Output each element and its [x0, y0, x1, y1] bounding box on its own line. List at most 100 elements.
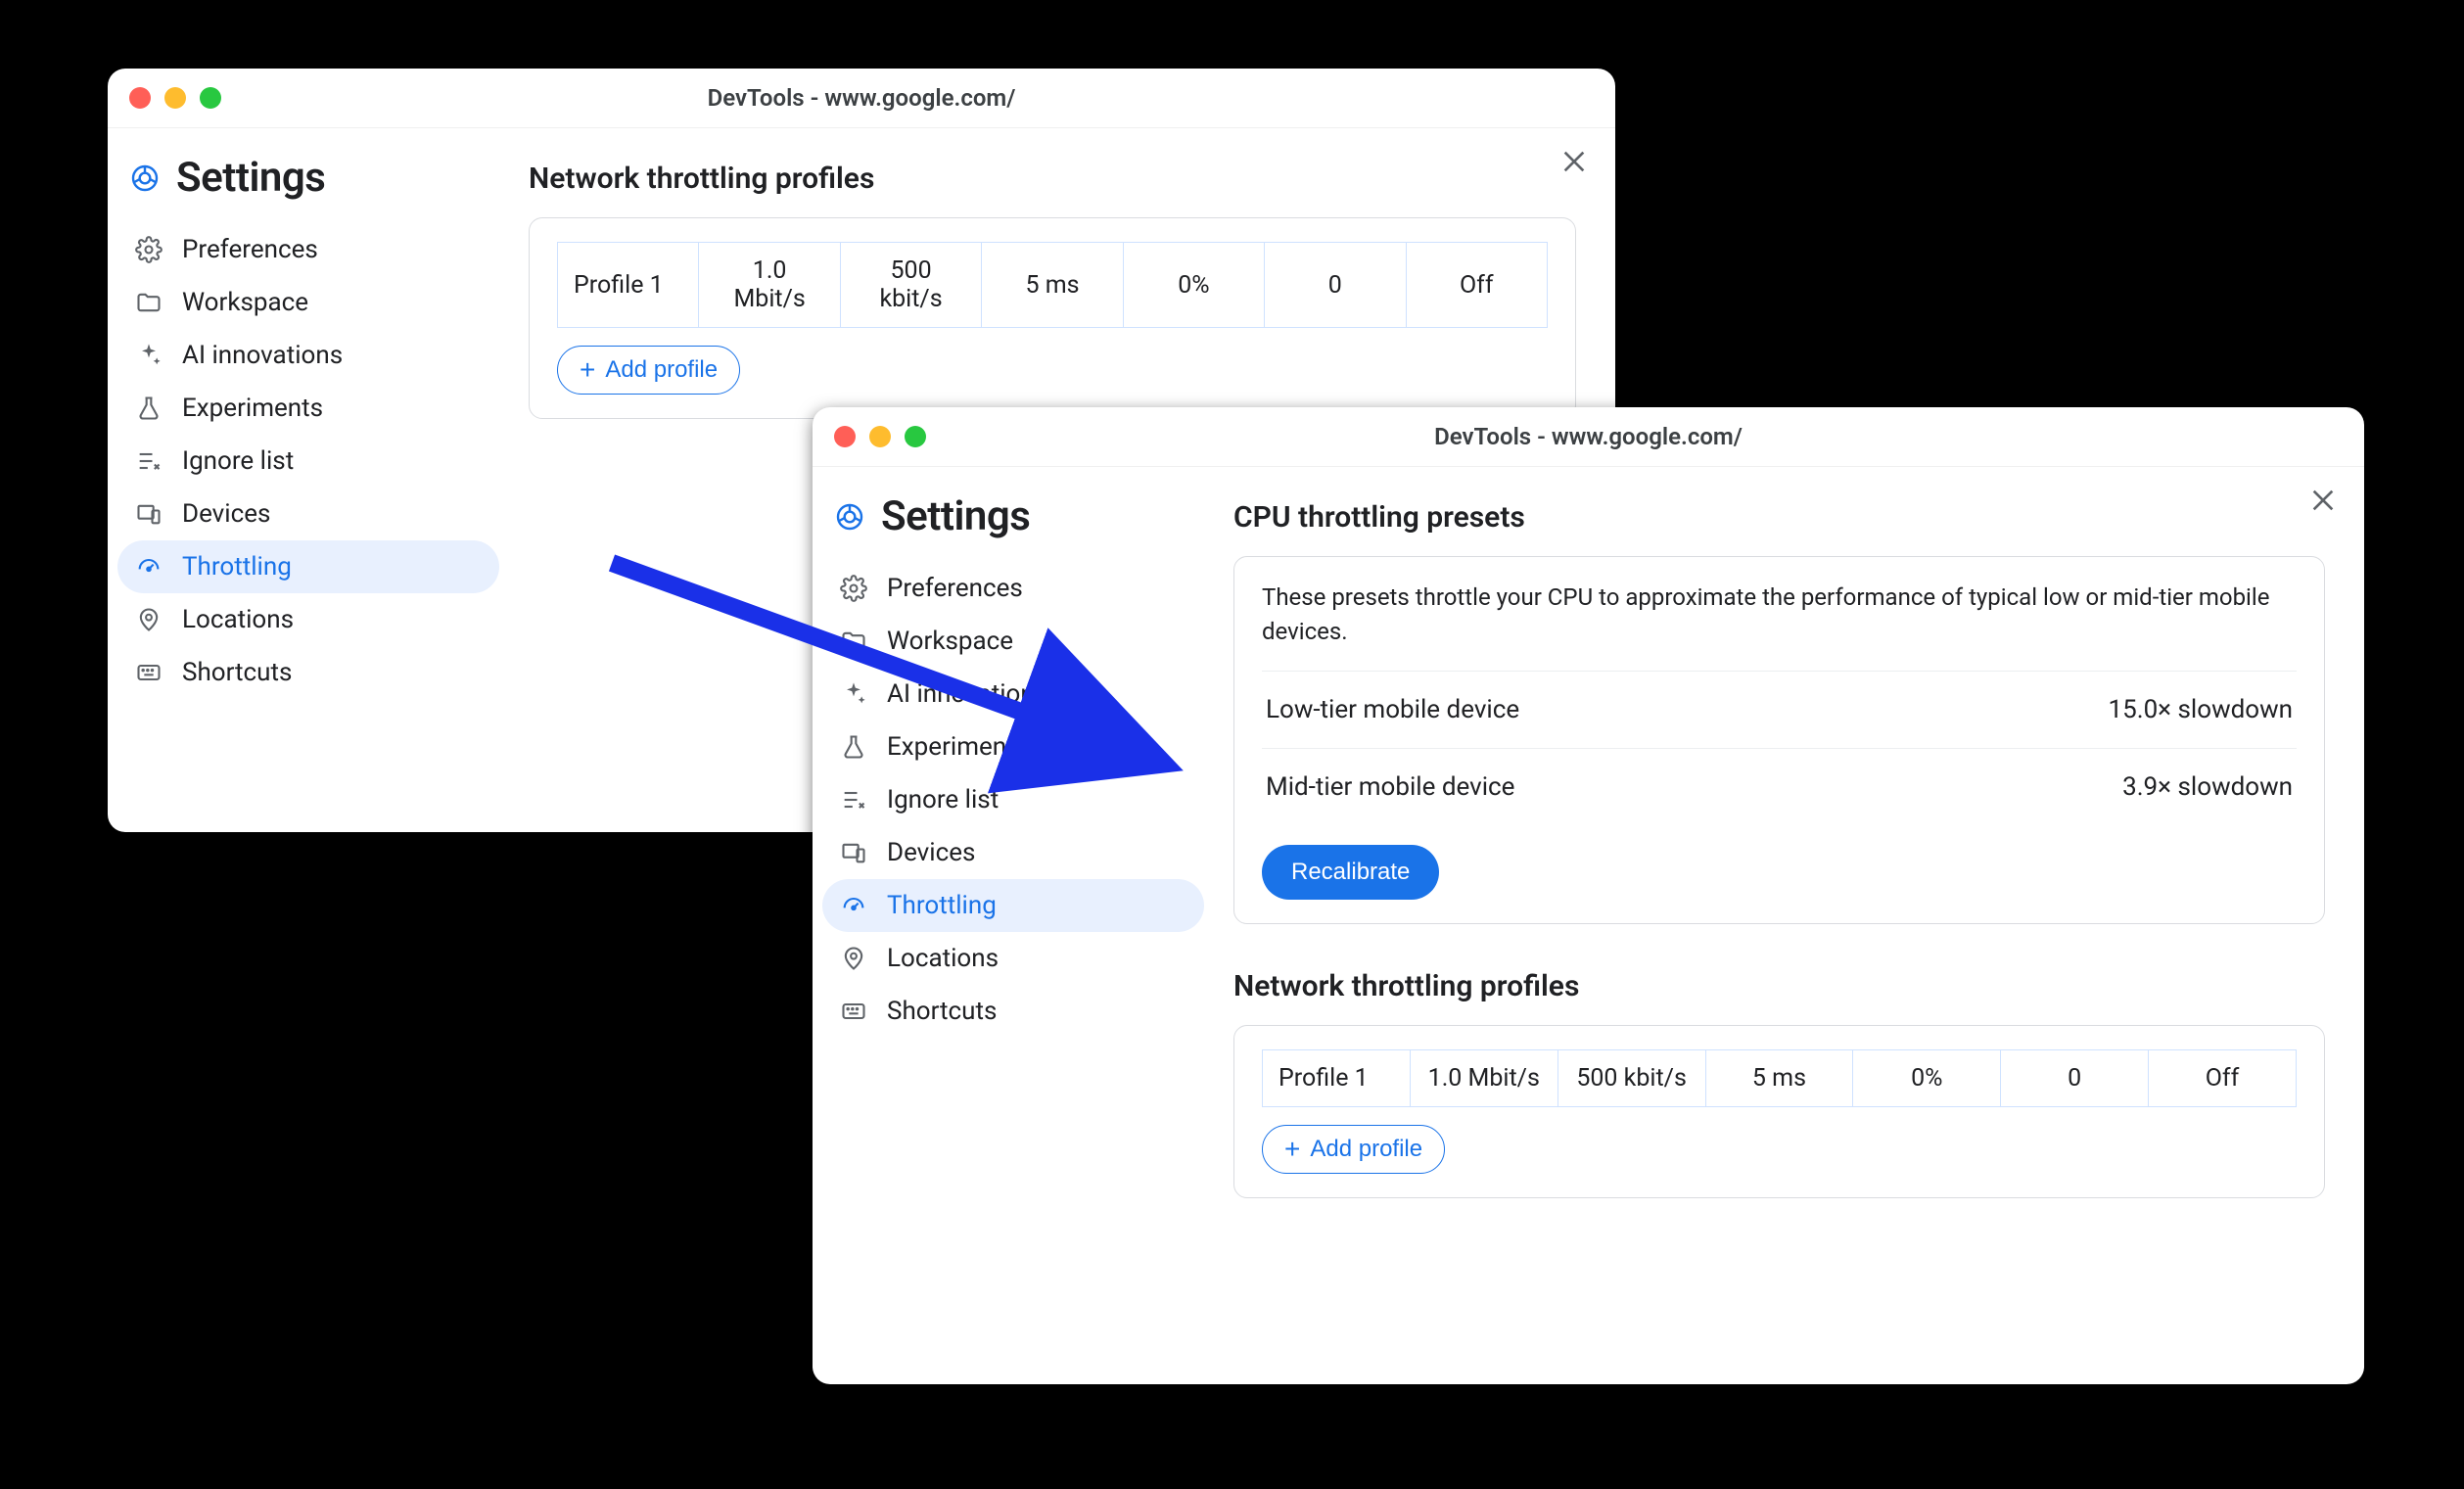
sidebar-item-shortcuts[interactable]: Shortcuts	[822, 985, 1204, 1038]
profile-queue: 0	[1265, 243, 1406, 328]
cpu-throttling-description: These presets throttle your CPU to appro…	[1262, 581, 2297, 649]
devtools-window-front: DevTools - www.google.com/ Settings Pref…	[813, 407, 2364, 1384]
sidebar-item-label: Experiments	[887, 732, 1028, 762]
sidebar-item-label: Shortcuts	[182, 658, 292, 687]
sidebar-item-experiments[interactable]: Experiments	[822, 721, 1204, 773]
traffic-light-minimize-icon[interactable]	[164, 87, 186, 109]
settings-sidebar: Settings Preferences Workspace AI innova…	[813, 467, 1214, 1384]
sidebar-item-label: Locations	[182, 605, 294, 634]
table-row[interactable]: Profile 1 1.0 Mbit/s 500 kbit/s 5 ms 0% …	[1263, 1049, 2297, 1106]
recalibrate-button[interactable]: Recalibrate	[1262, 845, 1439, 900]
profile-latency: 5 ms	[982, 243, 1123, 328]
sidebar-item-workspace[interactable]: Workspace	[822, 615, 1204, 668]
sidebar-item-shortcuts[interactable]: Shortcuts	[117, 646, 499, 699]
profile-name: Profile 1	[558, 243, 699, 328]
sidebar-item-label: Preferences	[887, 574, 1023, 603]
sidebar-item-locations[interactable]: Locations	[822, 932, 1204, 985]
sidebar-item-locations[interactable]: Locations	[117, 593, 499, 646]
titlebar: DevTools - www.google.com/	[813, 407, 2364, 467]
sidebar-item-ignore-list[interactable]: Ignore list	[117, 435, 499, 488]
traffic-light-minimize-icon[interactable]	[869, 426, 891, 447]
close-icon[interactable]	[2307, 485, 2339, 516]
profile-down: 1.0 Mbit/s	[699, 243, 840, 328]
window-title: DevTools - www.google.com/	[108, 84, 1615, 112]
plus-icon: +	[1284, 1136, 1300, 1163]
traffic-light-close-icon[interactable]	[129, 87, 151, 109]
add-profile-button[interactable]: + Add profile	[557, 346, 740, 395]
sidebar-item-label: Throttling	[887, 891, 997, 920]
sidebar-item-preferences[interactable]: Preferences	[822, 562, 1204, 615]
cpu-preset-row-mid-tier: Mid-tier mobile device 3.9× slowdown	[1262, 748, 2297, 825]
profile-loss: 0%	[1853, 1049, 2001, 1106]
settings-header: Settings	[822, 487, 1204, 562]
devices-icon	[135, 500, 163, 528]
sidebar-item-label: Devices	[887, 838, 975, 867]
sidebar-item-label: Preferences	[182, 235, 318, 264]
sidebar-item-label: AI innovations	[182, 341, 343, 370]
sidebar-item-ignore-list[interactable]: Ignore list	[822, 773, 1204, 826]
sparkle-icon	[840, 680, 867, 708]
sidebar-item-label: Devices	[182, 499, 270, 529]
add-profile-button[interactable]: + Add profile	[1262, 1125, 1445, 1174]
chrome-logo-icon	[129, 163, 161, 194]
network-throttling-heading: Network throttling profiles	[529, 162, 1576, 196]
close-icon[interactable]	[1558, 146, 1590, 177]
cpu-throttling-heading: CPU throttling presets	[1233, 500, 2325, 535]
profile-state: Off	[2149, 1049, 2297, 1106]
settings-title: Settings	[176, 154, 325, 202]
preset-name: Low-tier mobile device	[1266, 695, 1519, 724]
sidebar-item-label: AI innovations	[887, 679, 1047, 709]
settings-sidebar: Settings Preferences Workspace AI innova…	[108, 128, 509, 832]
sidebar-item-label: Ignore list	[887, 785, 999, 814]
sidebar-item-throttling[interactable]: Throttling	[117, 540, 499, 593]
location-pin-icon	[135, 606, 163, 633]
network-throttling-card: Profile 1 1.0 Mbit/s 500 kbit/s 5 ms 0% …	[529, 217, 1576, 419]
folder-icon	[840, 628, 867, 655]
sidebar-item-label: Shortcuts	[887, 997, 997, 1026]
keyboard-icon	[840, 998, 867, 1025]
chrome-logo-icon	[834, 501, 865, 533]
profile-up: 500 kbit/s	[1557, 1049, 1705, 1106]
folder-icon	[135, 289, 163, 316]
network-profile-table: Profile 1 1.0 Mbit/s 500 kbit/s 5 ms 0% …	[557, 242, 1548, 328]
add-profile-label: Add profile	[605, 356, 718, 384]
sidebar-item-experiments[interactable]: Experiments	[117, 382, 499, 435]
cpu-throttling-card: These presets throttle your CPU to appro…	[1233, 556, 2325, 924]
sparkle-icon	[135, 342, 163, 369]
sidebar-item-devices[interactable]: Devices	[117, 488, 499, 540]
sidebar-item-label: Workspace	[887, 627, 1013, 656]
network-throttling-card: Profile 1 1.0 Mbit/s 500 kbit/s 5 ms 0% …	[1233, 1025, 2325, 1198]
location-pin-icon	[840, 945, 867, 972]
list-x-icon	[135, 447, 163, 475]
profile-loss: 0%	[1123, 243, 1264, 328]
profile-queue: 0	[2001, 1049, 2149, 1106]
table-row[interactable]: Profile 1 1.0 Mbit/s 500 kbit/s 5 ms 0% …	[558, 243, 1548, 328]
traffic-light-zoom-icon[interactable]	[905, 426, 926, 447]
speedometer-icon	[135, 553, 163, 581]
sidebar-item-label: Ignore list	[182, 446, 294, 476]
profile-name: Profile 1	[1263, 1049, 1411, 1106]
preset-name: Mid-tier mobile device	[1266, 772, 1514, 802]
sidebar-item-ai[interactable]: AI innovations	[822, 668, 1204, 721]
sidebar-item-ai[interactable]: AI innovations	[117, 329, 499, 382]
profile-up: 500 kbit/s	[840, 243, 981, 328]
devices-icon	[840, 839, 867, 866]
keyboard-icon	[135, 659, 163, 686]
titlebar: DevTools - www.google.com/	[108, 69, 1615, 128]
sidebar-item-devices[interactable]: Devices	[822, 826, 1204, 879]
traffic-light-zoom-icon[interactable]	[200, 87, 221, 109]
sidebar-item-preferences[interactable]: Preferences	[117, 223, 499, 276]
sidebar-item-label: Locations	[887, 944, 999, 973]
flask-icon	[135, 395, 163, 422]
settings-header: Settings	[117, 148, 499, 223]
traffic-lights	[129, 87, 221, 109]
gear-icon	[840, 575, 867, 602]
speedometer-icon	[840, 892, 867, 919]
traffic-light-close-icon[interactable]	[834, 426, 856, 447]
window-title: DevTools - www.google.com/	[813, 423, 2364, 450]
list-x-icon	[840, 786, 867, 814]
traffic-lights	[834, 426, 926, 447]
sidebar-item-workspace[interactable]: Workspace	[117, 276, 499, 329]
profile-latency: 5 ms	[1705, 1049, 1853, 1106]
sidebar-item-throttling[interactable]: Throttling	[822, 879, 1204, 932]
